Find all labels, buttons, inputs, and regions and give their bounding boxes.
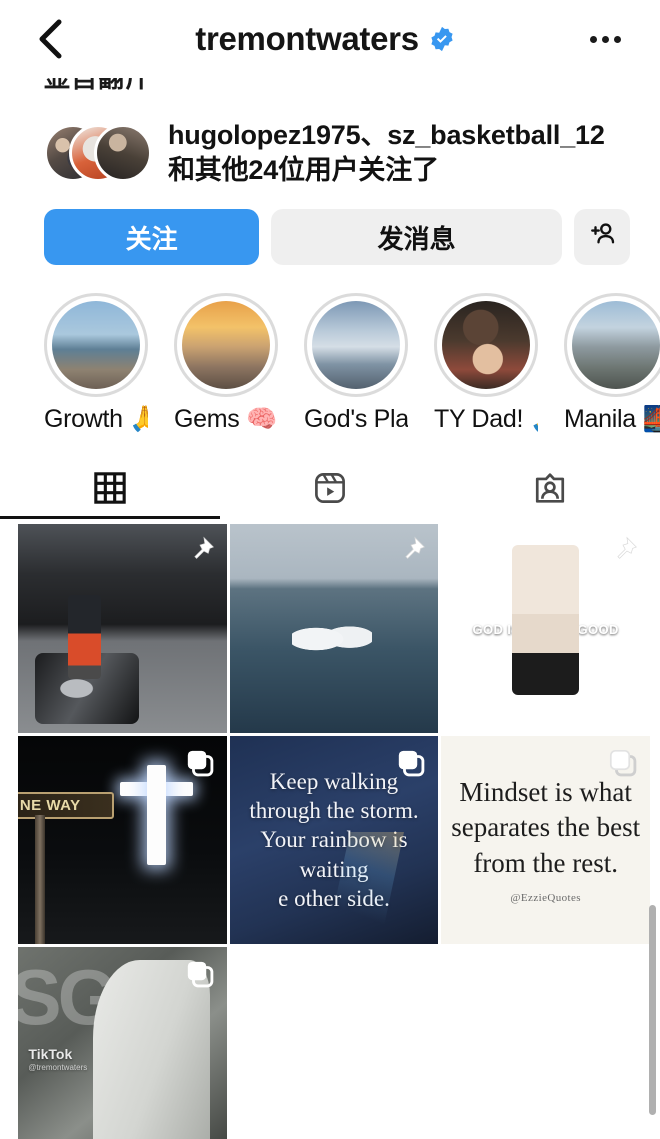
vertical-scrollbar[interactable]	[649, 905, 656, 1115]
tagged-tab[interactable]	[440, 461, 660, 519]
clipped-text: 显自翻斤	[44, 78, 153, 93]
quote-line: e other side.	[278, 886, 390, 912]
highlight-ty-dad[interactable]: TY Dad! 🙏…	[434, 293, 538, 434]
highlight-gods-plan[interactable]: God's Plan	[304, 293, 408, 434]
profile-header: tremontwaters	[0, 0, 660, 78]
highlight-label: Manila 🌉	[564, 405, 660, 434]
back-button[interactable]	[28, 17, 72, 61]
post-cell[interactable]: NE WAY	[18, 735, 227, 945]
tiktok-watermark-label: TikTok	[28, 1045, 73, 1062]
highlight-label: Growth 🙏…	[44, 405, 148, 434]
highlight-cover	[52, 301, 140, 390]
highlight-ring	[564, 293, 660, 398]
highlight-ring	[434, 293, 538, 398]
reels-icon	[313, 471, 347, 510]
highlight-ring	[174, 293, 278, 398]
highlight-label: God's Plan	[304, 405, 408, 434]
highlight-label: TY Dad! 🙏…	[434, 405, 538, 434]
follow-button[interactable]: 关注	[44, 209, 260, 266]
highlight-ring	[44, 293, 148, 398]
post-cell[interactable]: Keep walking through the storm. Your rai…	[229, 735, 439, 945]
post-cell[interactable]	[229, 524, 439, 733]
grid-tab[interactable]	[0, 461, 220, 520]
avatar	[94, 123, 152, 182]
pin-icon	[183, 534, 217, 568]
quote-line: through the storm.	[249, 797, 419, 823]
quote-line: Your rainbow is waiting	[260, 827, 408, 882]
profile-tabs	[0, 460, 660, 520]
reels-tab[interactable]	[220, 461, 440, 519]
add-person-button[interactable]	[574, 209, 630, 266]
mutual-avatars	[44, 123, 152, 182]
clipped-text-row: 显自翻斤	[0, 78, 660, 102]
post-grid: GOD IS A VERY GOOD MAN. NE WAY Keep walk…	[18, 524, 650, 1139]
highlight-ring	[304, 293, 408, 398]
profile-actions: 关注 发消息	[0, 187, 660, 266]
verified-badge-icon	[429, 26, 455, 52]
chevron-left-icon	[35, 17, 65, 61]
carousel-icon	[183, 746, 217, 780]
add-person-icon	[587, 219, 617, 256]
message-button[interactable]: 发消息	[271, 209, 562, 266]
quote-line: Mindset is what	[459, 777, 632, 808]
highlight-cover	[312, 301, 400, 390]
carousel-icon	[606, 746, 640, 780]
tagged-icon	[533, 471, 567, 510]
pin-icon	[606, 534, 640, 568]
profile-title: tremontwaters	[72, 20, 578, 58]
mutual-followers-text: hugolopez1975、sz_basketball_12和其他24位用户关注…	[168, 120, 605, 185]
highlight-gems[interactable]: Gems 🧠💎	[174, 293, 278, 434]
carousel-icon	[183, 957, 217, 991]
sign-post-decor	[34, 815, 46, 945]
story-highlights: Growth 🙏… Gems 🧠💎 God's Plan TY Dad! 🙏… …	[0, 265, 660, 434]
quote-line: separates the best	[451, 812, 641, 843]
highlight-cover	[182, 301, 270, 390]
mutual-followers-row[interactable]: hugolopez1975、sz_basketball_12和其他24位用户关注…	[0, 102, 660, 187]
highlight-manila[interactable]: Manila 🌉	[564, 293, 660, 434]
quote-attribution: @EzzieQuotes	[510, 891, 581, 904]
post-cell[interactable]: SG TikTok @tremontwaters	[18, 947, 227, 1139]
post-cell[interactable]: GOD IS A VERY GOOD MAN.	[441, 524, 650, 733]
highlight-label: Gems 🧠💎	[174, 405, 278, 434]
highlight-cover	[572, 301, 660, 390]
highlight-growth[interactable]: Growth 🙏…	[44, 293, 148, 434]
tiktok-watermark-handle: @tremontwaters	[28, 1063, 88, 1072]
highlight-cover	[442, 301, 530, 390]
instagram-profile-screen: tremontwaters 显自翻斤 hugolopez1975、sz_bask…	[0, 0, 660, 1139]
more-options-icon	[613, 35, 621, 43]
more-options-icon	[589, 35, 597, 43]
post-sign-text: NE WAY	[18, 792, 114, 820]
pin-icon	[394, 534, 428, 568]
tiktok-watermark: TikTok @tremontwaters	[28, 1046, 87, 1074]
more-options-icon	[601, 35, 609, 43]
profile-username: tremontwaters	[195, 20, 419, 57]
quote-line: from the rest.	[473, 847, 619, 878]
grid-icon	[93, 471, 127, 510]
post-cell[interactable]: Mindset is what separates the best from …	[441, 735, 650, 945]
post-caption-overlay: GOD IS A VERY GOOD MAN.	[472, 622, 619, 653]
carousel-icon	[394, 746, 428, 780]
more-options-button[interactable]	[578, 17, 632, 61]
post-cell[interactable]	[18, 524, 227, 733]
